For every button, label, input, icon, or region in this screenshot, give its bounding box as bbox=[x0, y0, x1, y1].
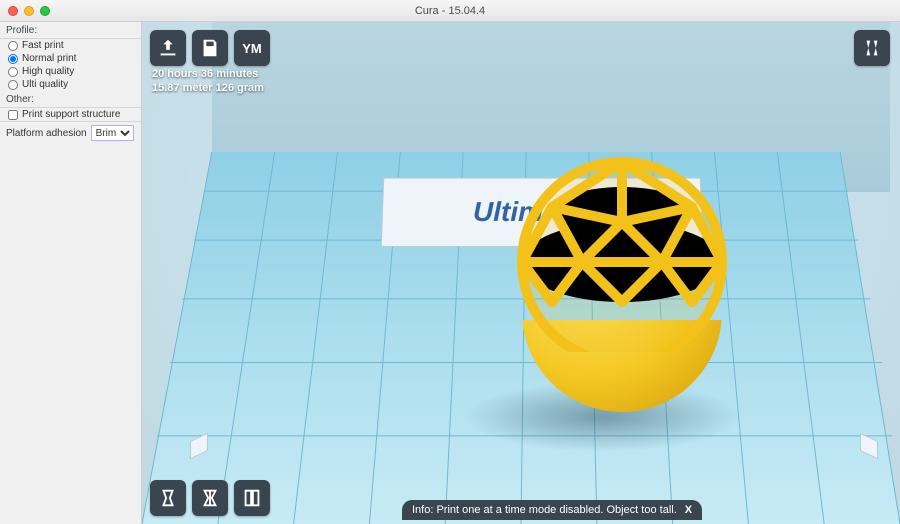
status-close-button[interactable]: X bbox=[685, 504, 692, 516]
top-toolbar: YM bbox=[150, 30, 270, 66]
other-group-label: Other: bbox=[0, 91, 141, 108]
print-time: 20 hours 36 minutes bbox=[152, 68, 264, 82]
profile-option-fast[interactable]: Fast print bbox=[0, 39, 141, 52]
support-checkbox[interactable] bbox=[8, 110, 18, 120]
print-stats: 20 hours 36 minutes 15.87 meter 126 gram bbox=[152, 68, 264, 96]
profile-option-ulti[interactable]: Ulti quality bbox=[0, 78, 141, 91]
youmagine-button[interactable]: YM bbox=[234, 30, 270, 66]
viewmode-icon bbox=[861, 37, 883, 59]
scale-icon bbox=[199, 487, 221, 509]
status-text: Info: Print one at a time mode disabled.… bbox=[412, 504, 677, 516]
scene: Ultim bbox=[142, 22, 900, 524]
window-title: Cura - 15.04.4 bbox=[0, 5, 900, 17]
profile-option-normal[interactable]: Normal print bbox=[0, 52, 141, 65]
mirror-button[interactable] bbox=[234, 480, 270, 516]
load-icon bbox=[157, 37, 179, 59]
support-label: Print support structure bbox=[22, 109, 120, 120]
profile-label: Normal print bbox=[22, 53, 76, 64]
load-model-button[interactable] bbox=[150, 30, 186, 66]
profile-radio-high[interactable] bbox=[8, 67, 18, 77]
mirror-icon bbox=[241, 487, 263, 509]
model-geodesic-dome bbox=[512, 152, 732, 352]
adhesion-label: Platform adhesion bbox=[6, 128, 87, 139]
profile-radio-normal[interactable] bbox=[8, 54, 18, 64]
profile-label: High quality bbox=[22, 66, 74, 77]
bottom-toolbar bbox=[150, 480, 270, 516]
save-icon bbox=[199, 37, 221, 59]
viewport-3d[interactable]: Ultim bbox=[142, 22, 900, 524]
scale-button[interactable] bbox=[192, 480, 228, 516]
rotate-button[interactable] bbox=[150, 480, 186, 516]
save-toolpath-button[interactable] bbox=[192, 30, 228, 66]
profile-radio-fast[interactable] bbox=[8, 41, 18, 51]
adhesion-row: Platform adhesion Brim bbox=[0, 121, 141, 144]
rotate-icon bbox=[157, 487, 179, 509]
model-object[interactable] bbox=[492, 142, 752, 422]
ym-label: YM bbox=[242, 41, 262, 56]
adhesion-select[interactable]: Brim bbox=[91, 125, 134, 141]
viewmode-button[interactable] bbox=[854, 30, 890, 66]
titlebar: Cura - 15.04.4 bbox=[0, 0, 900, 22]
profile-radio-ulti[interactable] bbox=[8, 80, 18, 90]
support-option[interactable]: Print support structure bbox=[0, 108, 141, 121]
status-bar: Info: Print one at a time mode disabled.… bbox=[402, 500, 702, 520]
profile-group-label: Profile: bbox=[0, 22, 141, 39]
print-material: 15.87 meter 126 gram bbox=[152, 82, 264, 96]
profile-option-high[interactable]: High quality bbox=[0, 65, 141, 78]
top-right-toolbar bbox=[854, 30, 890, 66]
profile-label: Ulti quality bbox=[22, 79, 68, 90]
settings-sidebar: Profile: Fast print Normal print High qu… bbox=[0, 22, 142, 524]
profile-label: Fast print bbox=[22, 40, 64, 51]
